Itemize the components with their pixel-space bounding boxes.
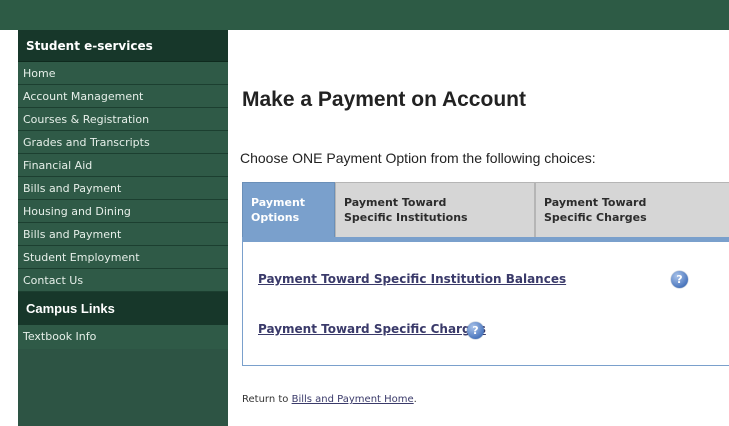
sidebar-item-financial-aid[interactable]: Financial Aid [18,154,228,177]
tab-specific-institutions-line2: Specific Institutions [344,211,468,224]
sidebar-item-grades-transcripts[interactable]: Grades and Transcripts [18,131,228,154]
sidebar-item-bills-payment-2[interactable]: Bills and Payment [18,223,228,246]
tab-payment-options[interactable]: Payment Options [242,182,335,237]
tab-specific-charges-line2: Specific Charges [544,211,647,224]
payment-options-panel: Payment Toward Specific Institution Bala… [242,242,729,366]
tab-specific-institutions[interactable]: Payment Toward Specific Institutions [335,182,535,237]
sidebar-item-contact-us[interactable]: Contact Us [18,269,228,292]
campus-links-heading: Campus Links [18,292,228,325]
sidebar-heading: Student e-services [18,30,228,62]
tab-specific-charges[interactable]: Payment Toward Specific Charges [535,182,729,237]
main-content: Make a Payment on Account Choose ONE Pay… [228,30,729,426]
specific-charges-link[interactable]: Payment Toward Specific Charges [258,322,486,336]
bills-payment-home-link[interactable]: Bills and Payment Home [292,394,414,405]
return-line: Return to Bills and Payment Home. [242,394,417,405]
sidebar-item-bills-payment[interactable]: Bills and Payment [18,177,228,200]
return-suffix: . [413,394,417,405]
page-title: Make a Payment on Account [242,88,526,111]
tab-specific-charges-line1: Payment Toward [544,196,647,209]
sidebar-item-home[interactable]: Home [18,62,228,85]
tab-payment-options-line1: Payment [251,196,306,209]
tab-payment-options-line2: Options [251,211,300,224]
sidebar-item-account-management[interactable]: Account Management [18,85,228,108]
return-prefix: Return to [242,394,292,405]
sidebar-item-courses-registration[interactable]: Courses & Registration [18,108,228,131]
payment-tabs: Payment Options Payment Toward Specific … [242,182,729,237]
institution-balances-link[interactable]: Payment Toward Specific Institution Bala… [258,272,566,286]
sidebar-item-student-employment[interactable]: Student Employment [18,246,228,269]
page-subtitle: Choose ONE Payment Option from the follo… [240,150,596,166]
sidebar-item-housing-dining[interactable]: Housing and Dining [18,200,228,223]
help-icon[interactable]: ? [467,322,484,339]
help-icon[interactable]: ? [671,271,688,288]
tab-specific-institutions-line1: Payment Toward [344,196,447,209]
top-banner [0,0,729,30]
sidebar: Student e-services Home Account Manageme… [18,30,228,426]
sidebar-item-textbook-info[interactable]: Textbook Info [18,325,228,349]
